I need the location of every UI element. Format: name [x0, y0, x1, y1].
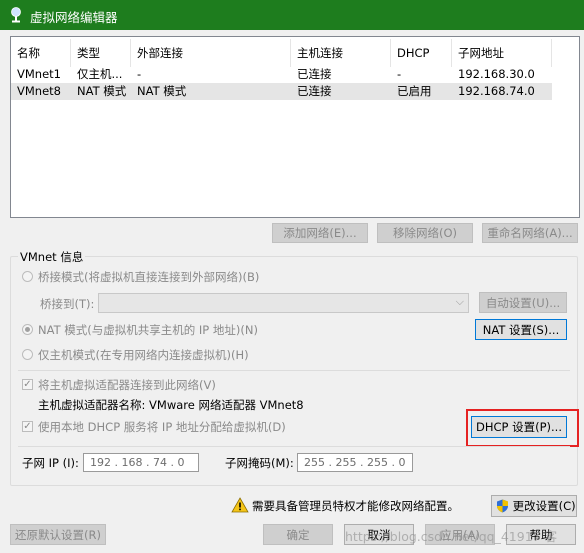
column-header-host[interactable]: 主机连接 — [291, 39, 391, 67]
subnet-ip-label: 子网 IP (I): — [22, 456, 79, 470]
cell-dhcp: - — [397, 67, 402, 81]
ok-button[interactable]: 确定 — [263, 524, 333, 545]
use-dhcp-checkbox[interactable]: ✓ — [22, 421, 33, 432]
section-divider — [18, 446, 570, 447]
connect-adapter-checkbox[interactable]: ✓ — [22, 379, 33, 390]
cell-type: 仅主机... — [77, 67, 123, 81]
watermark-text: https://blog.csdn.net/qq_41917 客 — [345, 529, 558, 544]
change-settings-button[interactable]: 更改设置(C) — [491, 495, 577, 517]
vmware-network-icon — [11, 7, 21, 23]
host-only-label: 仅主机模式(在专用网络内连接虚拟机)(H) — [38, 348, 249, 362]
section-divider — [18, 370, 570, 371]
subnet-mask-input[interactable]: 255 . 255 . 255 . 0 — [297, 453, 413, 472]
bridged-to-label: 桥接到(T): — [40, 297, 95, 311]
column-header-external[interactable]: 外部连接 — [131, 39, 291, 67]
cell-name: VMnet8 — [17, 84, 61, 98]
column-header-name[interactable]: 名称 — [11, 39, 71, 67]
network-list[interactable]: 名称 类型 外部连接 主机连接 DHCP 子网地址 VMnet1 仅主机... … — [10, 36, 580, 218]
warning-icon — [231, 497, 249, 513]
column-header-subnet[interactable]: 子网地址 — [452, 39, 552, 67]
rename-network-button[interactable]: 重命名网络(A)... — [482, 223, 578, 243]
cell-external: - — [137, 67, 142, 81]
bridged-mode-radio[interactable] — [22, 271, 33, 282]
connect-adapter-label: 将主机虚拟适配器连接到此网络(V) — [38, 378, 216, 392]
chevron-down-icon: ⌵ — [455, 295, 464, 308]
cell-external: NAT 模式 — [137, 84, 187, 98]
adapter-name-label: 主机虚拟适配器名称: VMware 网络适配器 VMnet8 — [38, 398, 304, 412]
table-row[interactable]: VMnet1 仅主机... - 已连接 - 192.168.30.0 — [11, 66, 552, 83]
bridged-mode-label: 桥接模式(将虚拟机直接连接到外部网络)(B) — [38, 270, 260, 284]
column-header-dhcp[interactable]: DHCP — [391, 39, 452, 67]
nat-mode-radio[interactable] — [22, 324, 33, 335]
highlight-box — [466, 409, 579, 447]
auto-settings-button[interactable]: 自动设置(U)... — [479, 292, 567, 313]
cell-dhcp: 已启用 — [397, 84, 432, 98]
cell-type: NAT 模式 — [77, 84, 127, 98]
host-only-radio[interactable] — [22, 349, 33, 360]
nat-settings-button[interactable]: NAT 设置(S)... — [475, 319, 567, 340]
list-header: 名称 类型 外部连接 主机连接 DHCP 子网地址 — [11, 39, 552, 67]
vmnet-info-group — [10, 256, 578, 486]
subnet-ip-input[interactable]: 192 . 168 . 74 . 0 — [83, 453, 199, 472]
restore-defaults-button[interactable]: 还原默认设置(R) — [10, 524, 106, 545]
subnet-mask-label: 子网掩码(M): — [225, 456, 294, 470]
nat-mode-label: NAT 模式(与虚拟机共享主机的 IP 地址)(N) — [38, 323, 258, 337]
use-dhcp-label: 使用本地 DHCP 服务将 IP 地址分配给虚拟机(D) — [38, 420, 286, 434]
cell-name: VMnet1 — [17, 67, 61, 81]
cell-subnet: 192.168.30.0 — [458, 67, 535, 81]
uac-shield-icon — [497, 499, 508, 513]
cell-subnet: 192.168.74.0 — [458, 84, 535, 98]
title-bar: 虚拟网络编辑器 — [0, 0, 584, 30]
remove-network-button[interactable]: 移除网络(O) — [377, 223, 473, 243]
add-network-button[interactable]: 添加网络(E)... — [272, 223, 368, 243]
table-row-selected[interactable]: VMnet8 NAT 模式 NAT 模式 已连接 已启用 192.168.74.… — [11, 83, 552, 100]
cell-host: 已连接 — [297, 67, 332, 81]
window-title: 虚拟网络编辑器 — [30, 10, 118, 25]
column-header-type[interactable]: 类型 — [71, 39, 131, 67]
change-settings-label: 更改设置(C) — [512, 499, 576, 513]
vmnet-info-title: VMnet 信息 — [18, 249, 86, 265]
bridged-to-select[interactable]: ⌵ — [98, 293, 469, 313]
virtual-network-editor-window: 虚拟网络编辑器 名称 类型 外部连接 主机连接 DHCP 子网地址 VMnet1… — [0, 0, 584, 553]
cell-host: 已连接 — [297, 84, 332, 98]
admin-notice-text: 需要具备管理员特权才能修改网络配置。 — [252, 499, 459, 513]
